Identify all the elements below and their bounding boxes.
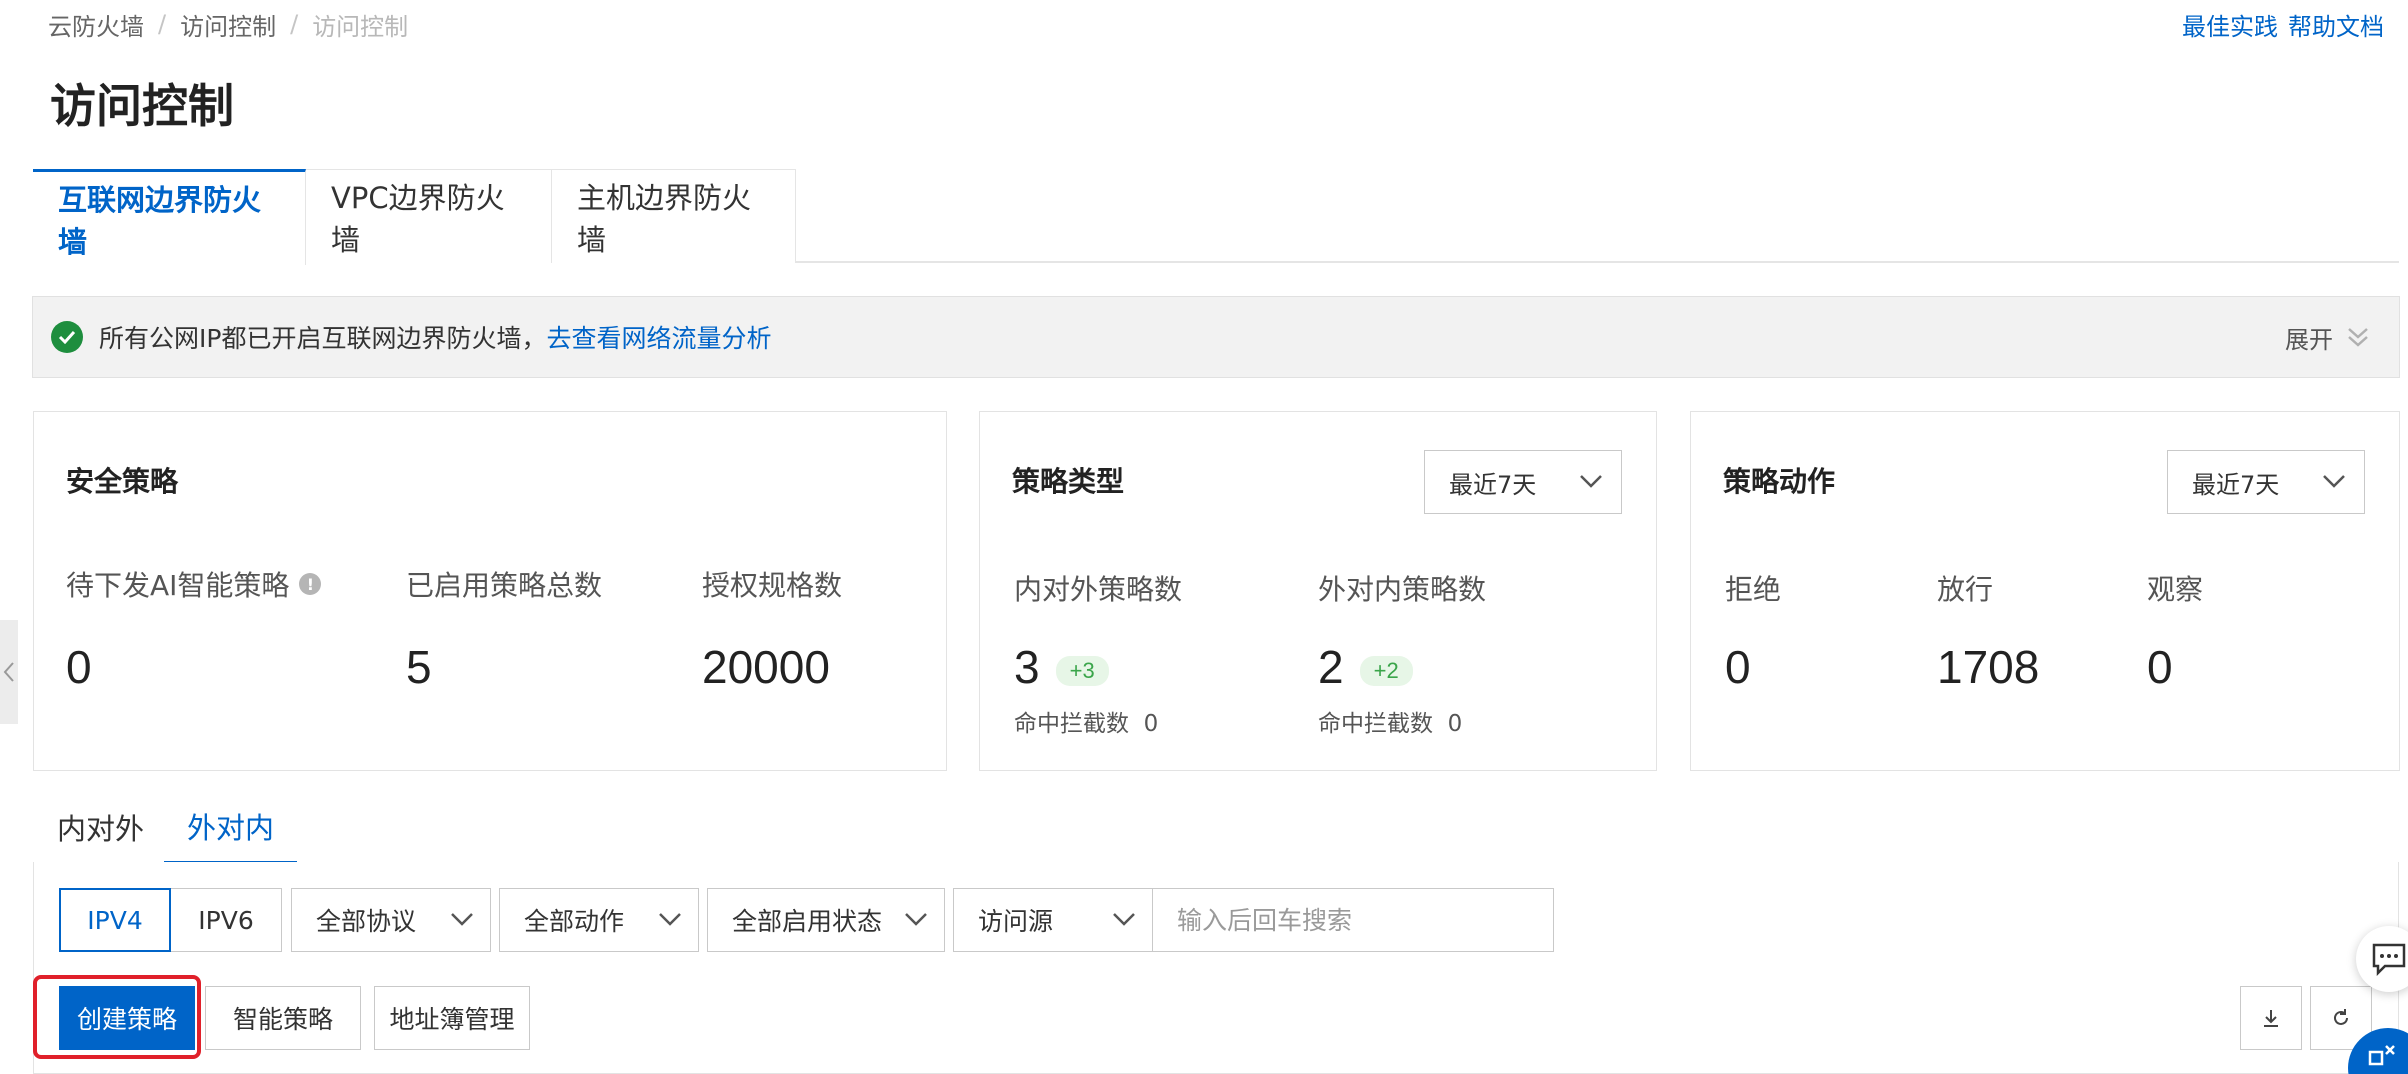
delta-badge: +2 [1359,655,1413,686]
tab-outbound[interactable]: 内对外 [57,790,144,864]
value-text: 2 [1318,641,1344,693]
double-chevron-down-icon [2348,328,2368,347]
deny-value: 0 [1725,641,1751,693]
tab-inbound[interactable]: 外对内 [164,790,297,864]
monitor-label: 观察 [2147,573,2204,606]
chevron-down-icon [1113,913,1135,926]
ipv6-toggle[interactable]: IPV6 [170,888,282,952]
select-value: 全部启用状态 [732,907,883,936]
help-docs-link[interactable]: 帮助文档 [2288,7,2384,42]
policy-action-card: 策略动作 最近7天 拒绝 0 放行 1708 观察 0 [1690,411,2400,771]
breadcrumb-separator: / [158,10,167,38]
download-icon [2264,1010,2278,1027]
card-title: 策略动作 [1723,465,1836,498]
policy-type-card: 策略类型 最近7天 内对外策略数 3 +3 命中拦截数 0 外对内策略数 2 +2 … [979,411,1657,771]
address-book-button[interactable]: 地址簿管理 [374,986,530,1050]
source-select[interactable]: 访问源 [953,888,1153,952]
select-value: 最近7天 [2192,470,2280,499]
select-value: 全部动作 [524,907,625,936]
outbound-policy-value: 3 +3 [1014,640,1109,694]
best-practice-link[interactable]: 最佳实践 [2182,7,2278,42]
select-value: 全部协议 [316,907,417,936]
value-text: 3 [1014,641,1040,693]
protocol-select[interactable]: 全部协议 [291,888,491,952]
enabled-policy-value: 5 [406,641,432,693]
authorized-spec-value: 20000 [702,641,830,693]
sidebar-collapse-handle[interactable] [0,620,18,724]
allow-label: 放行 [1937,573,1994,606]
expand-button[interactable]: 展开 [2285,297,2371,377]
select-value: 最近7天 [1449,470,1537,499]
card-title: 安全策略 [66,465,179,498]
chevron-down-icon [451,913,473,926]
status-select[interactable]: 全部启用状态 [707,888,945,952]
info-icon[interactable]: ! [299,573,322,595]
metric-label: 待下发AI智能策略 ! [66,564,322,604]
hit-value: 0 [1447,711,1463,737]
page-title: 访问控制 [50,79,234,133]
hit-block-count: 命中拦截数 0 [1014,704,1158,738]
chevron-down-icon [2323,475,2345,488]
chevron-down-icon [1580,475,1602,488]
delta-badge: +3 [1055,655,1109,686]
pending-ai-policy-label: 待下发AI智能策略 [66,569,290,602]
action-select[interactable]: 全部动作 [499,888,699,952]
smart-policy-button[interactable]: 智能策略 [205,986,361,1050]
tab-host-firewall[interactable]: 主机边界防火墙 [551,169,796,263]
breadcrumb-item-current: 访问控制 [312,12,409,41]
search-box [1152,888,1554,952]
notice-banner: 所有公网IP都已开启互联网边界防火墙， 去查看网络流量分析 展开 [32,296,2400,378]
breadcrumb-item-cloud-firewall[interactable]: 云防火墙 [48,7,144,42]
select-value: 访问源 [978,907,1054,936]
allow-value: 1708 [1937,641,2040,693]
security-policy-card: 安全策略 待下发AI智能策略 ! 0 已启用策略总数 5 授权规格数 20000 [33,411,947,771]
search-input[interactable] [1177,905,1553,935]
main-tabs: 互联网边界防火墙 VPC边界防火墙 主机边界防火墙 [33,169,2399,265]
refresh-icon [2334,1009,2348,1025]
inbound-policy-label: 外对内策略数 [1318,573,1487,606]
deny-label: 拒绝 [1725,573,1782,606]
ipv4-toggle[interactable]: IPV4 [59,888,171,952]
top-links: 最佳实践 帮助文档 [2172,7,2384,42]
hit-label: 命中拦截数 [1318,711,1433,737]
assistant-icon [2368,1045,2395,1066]
authorized-spec-label: 授权规格数 [702,569,843,602]
hit-value: 0 [1143,711,1159,737]
filter-panel: IPV4 IPV6 全部协议 全部动作 全部启用状态 访问源 创建策略 智能策略… [33,862,2399,1074]
tab-vpc-firewall[interactable]: VPC边界防火墙 [305,169,552,263]
card-title: 策略类型 [1012,465,1125,498]
notice-text: 所有公网IP都已开启互联网边界防火墙， [99,324,547,353]
breadcrumb-item-access-control[interactable]: 访问控制 [180,7,276,42]
hit-block-count: 命中拦截数 0 [1318,704,1462,738]
breadcrumb-separator: / [290,10,299,38]
chevron-left-icon [3,662,14,682]
monitor-value: 0 [2147,641,2173,693]
inbound-policy-value: 2 +2 [1318,640,1413,694]
chevron-down-icon [905,913,927,926]
time-range-select[interactable]: 最近7天 [1424,450,1622,514]
direction-tabs: 内对外 外对内 [33,790,2399,864]
breadcrumb: 云防火墙 / 访问控制 / 访问控制 [48,7,409,42]
time-range-select[interactable]: 最近7天 [2167,450,2365,514]
hit-label: 命中拦截数 [1014,711,1129,737]
chevron-down-icon [659,913,681,926]
download-button[interactable] [2240,986,2302,1050]
tab-internet-firewall[interactable]: 互联网边界防火墙 [33,169,306,265]
outbound-policy-label: 内对外策略数 [1014,573,1183,606]
traffic-analysis-link[interactable]: 去查看网络流量分析 [546,319,771,355]
pending-ai-policy-value: 0 [66,641,92,693]
enabled-policy-label: 已启用策略总数 [406,569,603,602]
check-circle-icon [51,321,83,353]
expand-label: 展开 [2285,325,2333,354]
chat-icon [2372,943,2406,976]
create-policy-highlight [33,975,201,1059]
